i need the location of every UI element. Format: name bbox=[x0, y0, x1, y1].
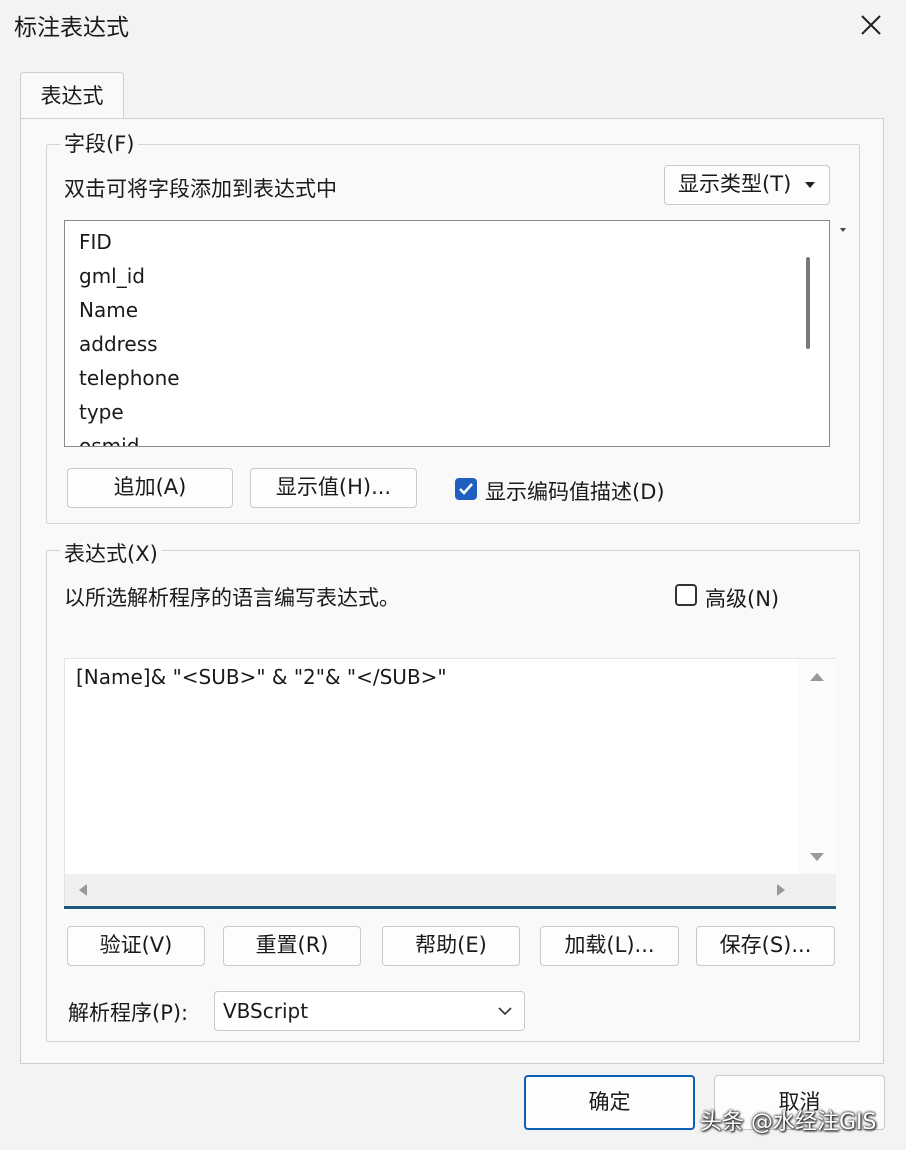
add-button[interactable]: 追加(A) bbox=[67, 468, 233, 508]
verify-button[interactable]: 验证(V) bbox=[67, 926, 205, 966]
close-button[interactable] bbox=[852, 6, 890, 44]
scroll-down-icon[interactable] bbox=[808, 851, 826, 863]
list-item[interactable]: type bbox=[79, 400, 124, 424]
fields-legend: 字段(F) bbox=[60, 128, 139, 158]
ok-button[interactable]: 确定 bbox=[524, 1075, 695, 1130]
fields-list[interactable]: FID gml_id Name address telephone type o… bbox=[64, 220, 830, 447]
parser-select[interactable]: VBScript bbox=[214, 991, 525, 1031]
display-type-button[interactable]: 显示类型(T) bbox=[664, 165, 830, 205]
expression-editor[interactable]: [Name]& "<SUB>" & "2"& "</SUB>" bbox=[64, 658, 836, 908]
scroll-down-small-icon bbox=[840, 228, 846, 232]
dropdown-arrow-icon bbox=[804, 182, 815, 188]
advanced-checkbox[interactable] bbox=[675, 584, 697, 606]
title-bar: 标注表达式 bbox=[0, 0, 906, 52]
scroll-right-icon[interactable] bbox=[775, 882, 787, 898]
display-type-label: 显示类型(T) bbox=[678, 172, 792, 196]
expression-text[interactable]: [Name]& "<SUB>" & "2"& "</SUB>" bbox=[76, 665, 447, 689]
list-item[interactable]: FID bbox=[79, 230, 112, 254]
watermark: 头条 @水经注GIS bbox=[700, 1110, 877, 1135]
editor-horizontal-scrollbar[interactable] bbox=[65, 874, 836, 906]
load-button[interactable]: 加载(L)... bbox=[540, 926, 679, 966]
show-coded-desc-checkbox[interactable] bbox=[455, 478, 477, 500]
close-icon bbox=[861, 15, 881, 35]
show-coded-desc-label: 显示编码值描述(D) bbox=[485, 480, 665, 504]
expression-instruction: 以所选解析程序的语言编写表达式。 bbox=[64, 586, 400, 610]
save-button[interactable]: 保存(S)... bbox=[696, 926, 835, 966]
reset-button[interactable]: 重置(R) bbox=[223, 926, 361, 966]
list-item[interactable]: address bbox=[79, 332, 158, 356]
fields-instruction: 双击可将字段添加到表达式中 bbox=[64, 177, 337, 201]
help-button[interactable]: 帮助(E) bbox=[382, 926, 520, 966]
scroll-left-icon[interactable] bbox=[77, 882, 89, 898]
window-title: 标注表达式 bbox=[14, 15, 129, 41]
list-item[interactable]: Name bbox=[79, 298, 138, 322]
expression-legend: 表达式(X) bbox=[60, 538, 162, 568]
editor-vertical-scrollbar[interactable] bbox=[798, 659, 836, 874]
editor-focus-underline bbox=[64, 906, 836, 909]
parser-label: 解析程序(P): bbox=[68, 1001, 189, 1025]
list-item[interactable]: gml_id bbox=[79, 264, 145, 288]
list-item[interactable]: telephone bbox=[79, 366, 180, 390]
advanced-label: 高级(N) bbox=[705, 587, 780, 611]
fields-scrollbar-thumb[interactable] bbox=[806, 257, 810, 349]
show-values-button[interactable]: 显示值(H)... bbox=[250, 468, 417, 508]
tab-expression[interactable]: 表达式 bbox=[20, 72, 124, 119]
list-item[interactable]: osmid bbox=[79, 434, 139, 446]
parser-value: VBScript bbox=[223, 999, 309, 1023]
scroll-up-icon[interactable] bbox=[808, 671, 826, 683]
checkmark-icon bbox=[459, 483, 473, 495]
chevron-down-icon bbox=[498, 1007, 512, 1016]
